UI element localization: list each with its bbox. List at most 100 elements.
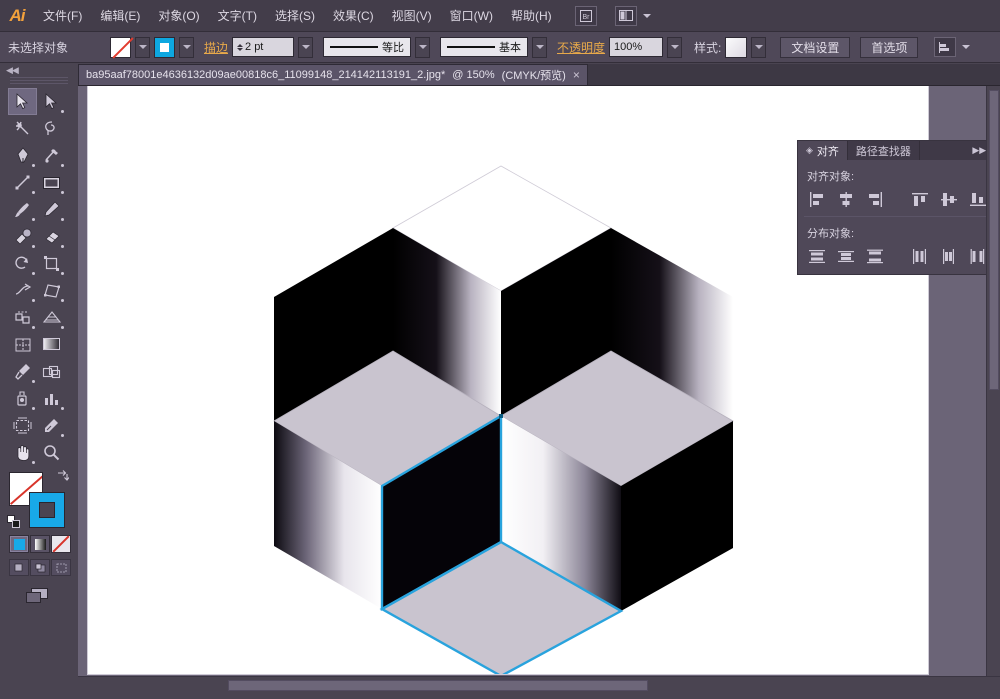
default-fill-stroke-icon[interactable]: [7, 515, 20, 528]
shape-builder-tool[interactable]: [8, 304, 37, 331]
lasso-tool[interactable]: [37, 115, 66, 142]
add-anchor-point-tool[interactable]: [37, 142, 66, 169]
eyedropper-tool[interactable]: [8, 358, 37, 385]
panel-tab-icon: ◈: [806, 145, 813, 155]
align-right-icon[interactable]: [863, 189, 886, 209]
menu-edit[interactable]: 编辑(E): [91, 0, 149, 32]
fill-stroke-control: [7, 469, 70, 528]
fill-swatch[interactable]: [110, 36, 131, 58]
menu-view[interactable]: 视图(V): [383, 0, 441, 32]
blob-brush-tool[interactable]: [8, 223, 37, 250]
document-tab-bar: ba95aaf78001e4636132d09ae00818c6_1109914…: [78, 64, 1000, 86]
panel-tab-strip: ◈ 对齐 路径查找器 ▶▶ ≡▾: [798, 141, 1000, 160]
menu-select[interactable]: 选择(S): [266, 0, 324, 32]
color-mode-solid[interactable]: [9, 535, 29, 553]
vertical-scrollbar[interactable]: [986, 86, 1000, 676]
hand-tool[interactable]: [8, 439, 37, 466]
preferences-button[interactable]: 首选项: [860, 36, 919, 58]
stroke-swatch[interactable]: [154, 36, 175, 58]
distribute-bottom-icon[interactable]: [863, 246, 886, 266]
align-vertical-center-icon[interactable]: [937, 189, 960, 209]
draw-inside-icon[interactable]: [51, 559, 71, 576]
bridge-icon[interactable]: Br: [574, 5, 597, 26]
stroke-profile-dropdown-arrow[interactable]: [415, 36, 431, 58]
free-transform-tool[interactable]: [37, 277, 66, 304]
document-tab[interactable]: ba95aaf78001e4636132d09ae00818c6_1109914…: [78, 64, 588, 85]
style-dropdown-arrow[interactable]: [751, 36, 767, 58]
rotate-tool[interactable]: [8, 250, 37, 277]
direct-selection-tool[interactable]: [37, 88, 66, 115]
distribute-horizontal-center-icon[interactable]: [937, 246, 960, 266]
color-mode-gradient[interactable]: [30, 535, 50, 553]
brush-definition-select[interactable]: 基本: [440, 37, 529, 57]
app-logo: Ai: [9, 5, 26, 25]
gradient-tool[interactable]: [37, 331, 66, 358]
column-graph-tool[interactable]: [37, 385, 66, 412]
blend-tool[interactable]: [37, 358, 66, 385]
stroke-color-indicator[interactable]: [29, 492, 65, 528]
toolbox-collapse-icon[interactable]: ◀◀: [0, 64, 78, 77]
swap-fill-stroke-icon[interactable]: [56, 469, 70, 485]
graphic-style-swatch[interactable]: [725, 36, 748, 58]
menu-type[interactable]: 文字(T): [209, 0, 266, 32]
align-left-icon[interactable]: [805, 189, 828, 209]
scale-tool[interactable]: [37, 250, 66, 277]
stroke-weight-input[interactable]: 2 pt: [232, 37, 295, 57]
align-objects-title: 对齐对象:: [807, 171, 855, 183]
eraser-tool[interactable]: [37, 223, 66, 250]
zoom-tool[interactable]: [37, 439, 66, 466]
distribute-left-icon[interactable]: [908, 246, 931, 266]
menu-window[interactable]: 窗口(W): [441, 0, 502, 32]
distribute-top-icon[interactable]: [805, 246, 828, 266]
rectangle-tool[interactable]: [37, 169, 66, 196]
magic-wand-tool[interactable]: [8, 115, 37, 142]
document-setup-button[interactable]: 文档设置: [780, 36, 851, 58]
transform-panel-icon[interactable]: [930, 37, 971, 57]
width-tool[interactable]: [8, 277, 37, 304]
brush-definition-dropdown-arrow[interactable]: [532, 36, 548, 58]
selection-tool[interactable]: [8, 88, 37, 115]
brush-definition-preview: [447, 46, 496, 48]
stroke-weight-label[interactable]: 描边: [204, 39, 228, 56]
slice-tool[interactable]: [37, 412, 66, 439]
close-icon[interactable]: ×: [573, 69, 580, 81]
horizontal-scrollbar-thumb[interactable]: [228, 680, 648, 691]
pencil-tool[interactable]: [37, 196, 66, 223]
opacity-label[interactable]: 不透明度: [557, 39, 605, 56]
mesh-tool[interactable]: [8, 331, 37, 358]
menu-object[interactable]: 对象(O): [149, 0, 208, 32]
draw-behind-icon[interactable]: [30, 559, 50, 576]
arrange-documents-icon[interactable]: [611, 5, 651, 26]
align-panel[interactable]: ◈ 对齐 路径查找器 ▶▶ ≡▾ 对齐对象:: [797, 140, 1000, 275]
horizontal-scrollbar[interactable]: [78, 676, 1000, 699]
perspective-grid-tool[interactable]: [37, 304, 66, 331]
symbol-sprayer-tool[interactable]: [8, 385, 37, 412]
stroke-dropdown-arrow[interactable]: [179, 36, 194, 58]
paintbrush-tool[interactable]: [8, 196, 37, 223]
tab-pathfinder[interactable]: 路径查找器: [847, 141, 920, 160]
line-segment-tool[interactable]: [8, 169, 37, 196]
toolbox-drag-handle[interactable]: [10, 77, 68, 86]
chevron-down-icon: [962, 45, 971, 49]
fill-dropdown-arrow[interactable]: [135, 36, 150, 58]
align-horizontal-center-icon[interactable]: [834, 189, 857, 209]
stroke-weight-dropdown-arrow[interactable]: [298, 36, 314, 58]
artboard-tool[interactable]: [8, 412, 37, 439]
tab-align[interactable]: ◈ 对齐: [798, 141, 848, 160]
align-top-icon[interactable]: [908, 189, 931, 209]
distribute-vertical-center-icon[interactable]: [834, 246, 857, 266]
opacity-input[interactable]: 100%: [609, 37, 664, 57]
stroke-profile-select[interactable]: 等比: [323, 37, 412, 57]
menu-help[interactable]: 帮助(H): [502, 0, 561, 32]
vertical-scrollbar-thumb[interactable]: [989, 90, 999, 390]
menu-file[interactable]: 文件(F): [34, 0, 91, 32]
opacity-dropdown-arrow[interactable]: [667, 36, 683, 58]
stroke-weight-stepper[interactable]: [237, 43, 244, 51]
pen-tool[interactable]: [8, 142, 37, 169]
color-mode-none[interactable]: [51, 535, 71, 553]
draw-normal-icon[interactable]: [9, 559, 29, 576]
menu-effect[interactable]: 效果(C): [324, 0, 383, 32]
change-screen-mode-icon[interactable]: [24, 585, 50, 605]
distribute-objects-title: 分布对象:: [807, 228, 855, 240]
double-arrow-right-icon[interactable]: ▶▶: [972, 145, 986, 156]
